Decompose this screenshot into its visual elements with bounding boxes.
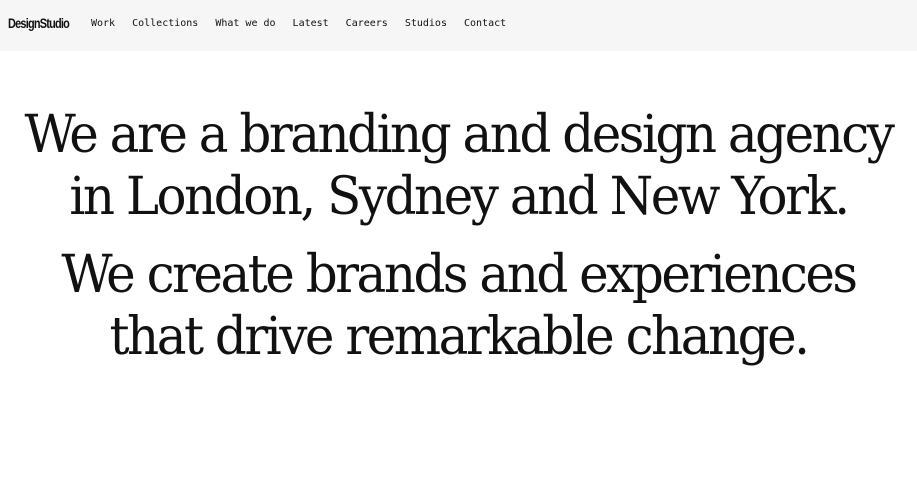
nav-item-work[interactable]: Work [91,17,115,30]
nav-item-careers[interactable]: Careers [346,17,388,30]
nav-item-studios[interactable]: Studios [405,17,447,30]
main-navigation: Work Collections What we do Latest Caree… [91,17,523,30]
agency-intro-heading: We are a branding and design agency in L… [24,105,895,227]
nav-item-collections[interactable]: Collections [132,17,198,30]
designstudio-logo[interactable]: DesignStudio [8,14,70,32]
nav-item-what-we-do[interactable]: What we do [215,17,275,30]
top-navigation-bar: DesignStudio Work Collections What we do… [0,0,917,51]
nav-item-latest[interactable]: Latest [293,17,329,30]
hero-section: We are a branding and design agency in L… [0,104,917,368]
nav-item-contact[interactable]: Contact [464,17,506,30]
agency-mission-heading: We create brands and experiences that dr… [61,245,858,367]
